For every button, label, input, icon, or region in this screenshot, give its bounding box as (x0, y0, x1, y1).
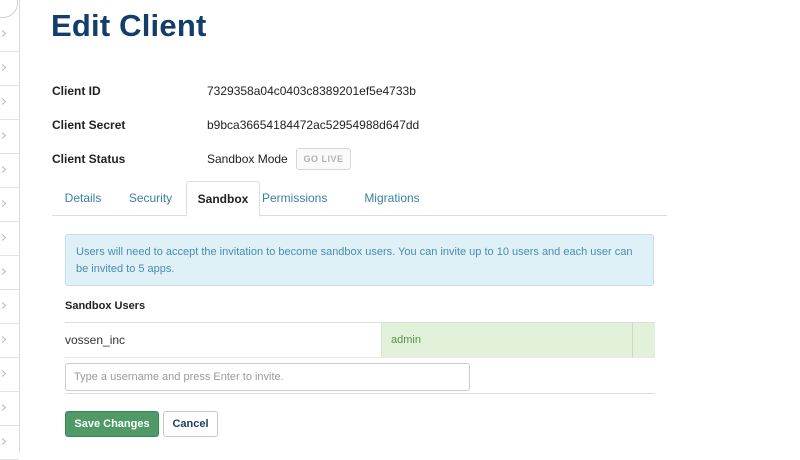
client-id-value: 7329358a04c0403c8389201ef5e4733b (207, 84, 416, 98)
chevron-right-icon (1, 268, 7, 275)
rail-item[interactable] (0, 392, 19, 426)
client-status-value: Sandbox Mode (207, 152, 288, 166)
chevron-right-icon (1, 336, 7, 343)
chevron-right-icon (1, 370, 7, 377)
chevron-right-icon (1, 200, 7, 207)
chevron-right-icon (1, 30, 7, 37)
tab-sandbox[interactable]: Sandbox (186, 181, 260, 217)
chevron-right-icon (1, 302, 7, 309)
rail-item[interactable] (0, 18, 19, 52)
rail-item[interactable] (0, 52, 19, 86)
client-secret-value: b9bca36654184472ac52954988d647dd (207, 118, 420, 132)
chevron-right-icon (1, 166, 7, 173)
sandbox-info-alert: Users will need to accept the invitation… (65, 234, 654, 286)
tab-bar: Details Security Sandbox Permissions Mig… (52, 181, 667, 217)
client-id-label: Client ID (52, 84, 101, 98)
chevron-right-icon (1, 234, 7, 241)
invite-user-input[interactable] (65, 363, 470, 391)
page-title: Edit Client (51, 8, 207, 43)
chevron-right-icon (1, 438, 7, 445)
tab-security[interactable]: Security (117, 181, 184, 216)
client-secret-label: Client Secret (52, 118, 126, 132)
save-changes-button[interactable]: Save Changes (65, 411, 159, 437)
role-cell[interactable]: admin (381, 323, 655, 357)
chevron-right-icon (1, 64, 7, 71)
chevron-right-icon (1, 98, 7, 105)
go-live-button[interactable]: GO LIVE (296, 148, 351, 170)
rail-item[interactable] (0, 324, 19, 358)
sandbox-users-heading: Sandbox Users (65, 300, 146, 312)
chevron-right-icon (1, 404, 7, 411)
rail-item[interactable] (0, 290, 19, 324)
tab-details[interactable]: Details (52, 181, 114, 216)
rail-item[interactable] (0, 154, 19, 188)
role-label: admin (391, 334, 421, 346)
cancel-button[interactable]: Cancel (163, 411, 218, 437)
role-divider (632, 323, 633, 357)
rail-item[interactable] (0, 86, 19, 120)
tab-permissions[interactable]: Permissions (262, 181, 327, 216)
client-status-label: Client Status (52, 152, 126, 166)
chevron-right-icon (1, 132, 7, 139)
rail-item[interactable] (0, 358, 19, 392)
tab-migrations[interactable]: Migrations (342, 181, 442, 216)
rail-item[interactable] (0, 222, 19, 256)
rail-item[interactable] (0, 188, 19, 222)
rail-item[interactable] (0, 120, 19, 154)
rail-item[interactable] (0, 426, 19, 460)
side-rail (0, 0, 20, 460)
rail-item[interactable] (0, 256, 19, 290)
table-row: vossen_inc admin (65, 323, 655, 358)
sandbox-users-table: vossen_inc admin (65, 322, 655, 394)
rail-toggle[interactable] (0, 0, 18, 18)
username-cell: vossen_inc (65, 333, 126, 347)
